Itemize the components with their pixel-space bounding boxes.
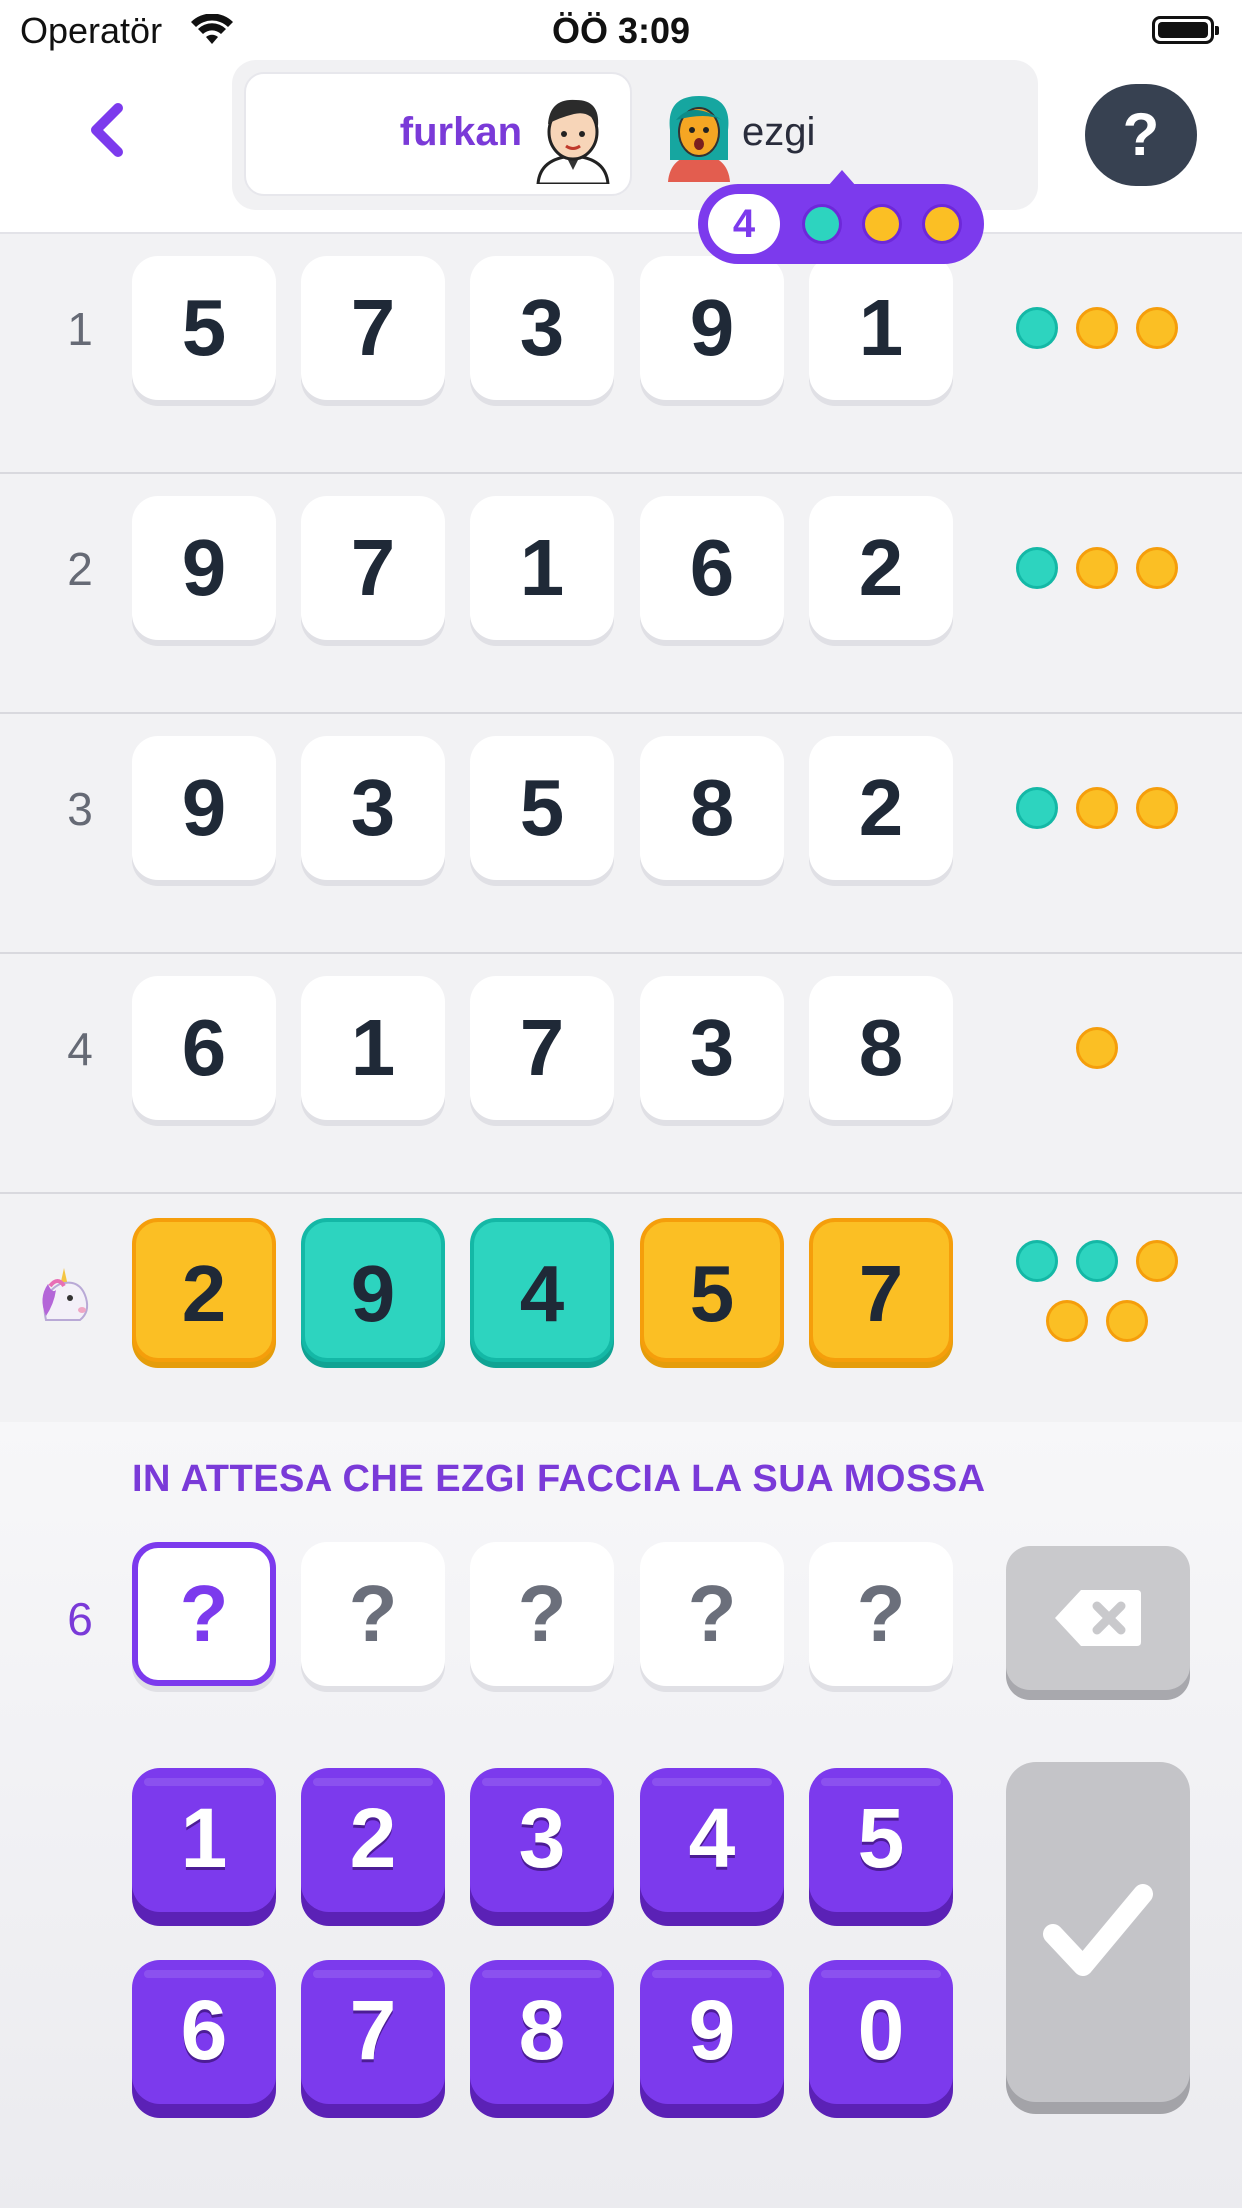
digit-tile: 8 xyxy=(809,976,953,1120)
input-row-number: 6 xyxy=(67,1593,93,1645)
player-tab-furkan[interactable]: furkan xyxy=(244,72,632,196)
key-8[interactable]: 8 xyxy=(470,1960,614,2104)
digit-tile: 9 xyxy=(640,256,784,400)
feedback-dot xyxy=(1016,787,1058,829)
submit-button[interactable] xyxy=(1006,1762,1190,2102)
status-message: IN ATTESA CHE EZGI FACCIA LA SUA MOSSA xyxy=(132,1458,986,1500)
digit-tile: 6 xyxy=(132,976,276,1120)
digit-tile: 3 xyxy=(301,736,445,880)
feedback-dot xyxy=(1016,547,1058,589)
opponent-feedback-dot xyxy=(862,204,902,244)
opponent-guess-count: 4 xyxy=(708,194,780,254)
opponent-feedback-dot xyxy=(802,204,842,244)
player-name-ezgi[interactable]: ezgi xyxy=(742,110,815,155)
input-slot-4[interactable]: ? xyxy=(640,1542,784,1686)
avatar-ezgi xyxy=(668,96,730,182)
digit-tile: 9 xyxy=(132,736,276,880)
player-name-furkan: furkan xyxy=(399,110,522,154)
feedback-dot xyxy=(1076,307,1118,349)
row-number: 3 xyxy=(67,783,93,835)
digit-tile: 3 xyxy=(640,976,784,1120)
key-1[interactable]: 1 xyxy=(132,1768,276,1912)
avatar-furkan xyxy=(536,99,610,184)
feedback-dot xyxy=(1076,1240,1118,1282)
digit-tile: 1 xyxy=(470,496,614,640)
feedback-dot xyxy=(1076,547,1118,589)
feedback-dot xyxy=(1136,1240,1178,1282)
backspace-button[interactable] xyxy=(1006,1546,1190,1690)
key-4[interactable]: 4 xyxy=(640,1768,784,1912)
feedback-dot xyxy=(1076,1027,1118,1069)
status-bar: Operatör ÖÖ 3:09 xyxy=(0,0,1242,60)
battery-icon xyxy=(1152,16,1219,44)
status-time: ÖÖ 3:09 xyxy=(551,10,691,51)
feedback-dot xyxy=(1136,547,1178,589)
backspace-icon xyxy=(1055,1590,1141,1646)
digit-tile: 7 xyxy=(301,256,445,400)
digit-tile: 5 xyxy=(640,1218,784,1362)
digit-tile: 3 xyxy=(470,256,614,400)
feedback-dot xyxy=(1046,1300,1088,1342)
guess-row: 4 6 1 7 3 8 xyxy=(0,952,1242,1194)
input-panel: IN ATTESA CHE EZGI FACCIA LA SUA MOSSA 6… xyxy=(0,1422,1242,2208)
key-7[interactable]: 7 xyxy=(301,1960,445,2104)
checkmark-icon xyxy=(1043,1884,1153,1976)
row-number: 2 xyxy=(67,543,93,595)
guess-row: 3 9 3 5 8 2 xyxy=(0,712,1242,954)
digit-tile: 9 xyxy=(132,496,276,640)
unicorn-icon xyxy=(42,1268,89,1321)
input-slot-1[interactable]: ? xyxy=(132,1542,276,1686)
input-slot-5[interactable]: ? xyxy=(809,1542,953,1686)
digit-tile: 7 xyxy=(809,1218,953,1362)
digit-tile: 1 xyxy=(809,256,953,400)
feedback-dot xyxy=(1136,787,1178,829)
row-number: 4 xyxy=(67,1023,93,1075)
digit-tile: 2 xyxy=(809,496,953,640)
feedback-dot xyxy=(1106,1300,1148,1342)
key-3[interactable]: 3 xyxy=(470,1768,614,1912)
digit-tile: 5 xyxy=(470,736,614,880)
digit-tile: 7 xyxy=(470,976,614,1120)
feedback-dot xyxy=(1016,1240,1058,1282)
digit-tile: 2 xyxy=(132,1218,276,1362)
feedback-dot xyxy=(1076,787,1118,829)
help-button[interactable]: ? xyxy=(1085,84,1197,186)
back-button[interactable] xyxy=(80,100,140,160)
digit-tile: 5 xyxy=(132,256,276,400)
feedback-dot xyxy=(1016,307,1058,349)
opponent-feedback-dot xyxy=(922,204,962,244)
digit-tile: 9 xyxy=(301,1218,445,1362)
digit-tile: 4 xyxy=(470,1218,614,1362)
chevron-left-icon xyxy=(91,103,123,157)
digit-tile: 7 xyxy=(301,496,445,640)
key-9[interactable]: 9 xyxy=(640,1960,784,2104)
opponent-guess-row: 2 9 4 5 7 xyxy=(0,1192,1242,1424)
opponent-progress-badge: 4 xyxy=(698,170,984,264)
input-slot-2[interactable]: ? xyxy=(301,1542,445,1686)
row-number: 1 xyxy=(67,303,93,355)
guess-row: 1 5 7 3 9 1 xyxy=(0,232,1242,474)
key-2[interactable]: 2 xyxy=(301,1768,445,1912)
input-slot-3[interactable]: ? xyxy=(470,1542,614,1686)
feedback-dot xyxy=(1136,307,1178,349)
digit-tile: 1 xyxy=(301,976,445,1120)
key-6[interactable]: 6 xyxy=(132,1960,276,2104)
guess-row: 2 9 7 1 6 2 xyxy=(0,472,1242,714)
key-0[interactable]: 0 xyxy=(809,1960,953,2104)
digit-tile: 8 xyxy=(640,736,784,880)
key-5[interactable]: 5 xyxy=(809,1768,953,1912)
digit-tile: 6 xyxy=(640,496,784,640)
digit-tile: 2 xyxy=(809,736,953,880)
header: furkan ezgi ? xyxy=(0,60,1242,234)
